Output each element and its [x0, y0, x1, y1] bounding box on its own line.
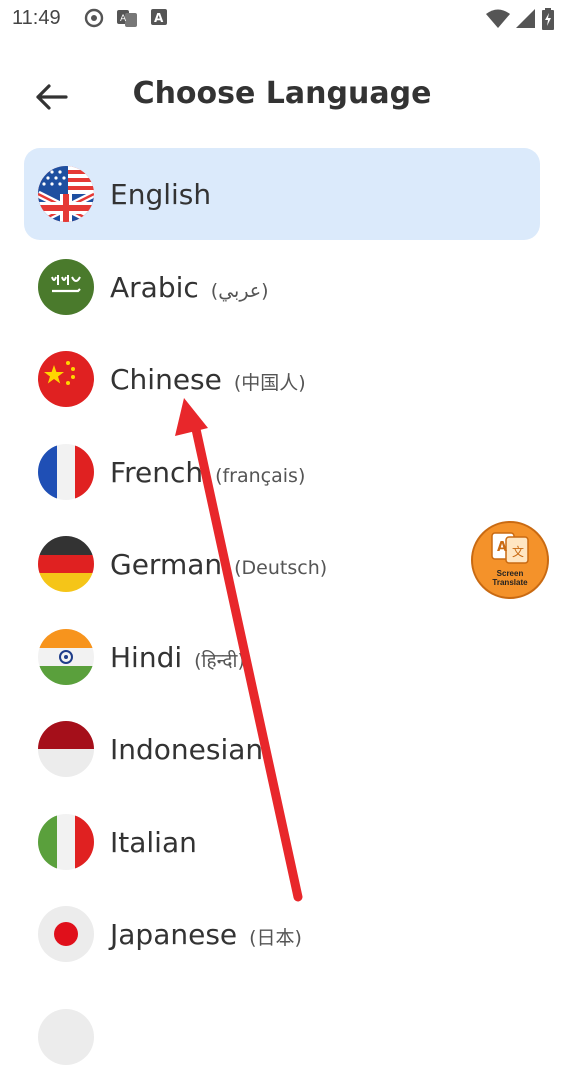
language-native-name: (हिन्दी) — [194, 649, 245, 672]
language-name: German — [110, 548, 223, 581]
translate-badge-icon: A 文 — [491, 532, 529, 564]
india-flag-icon — [38, 628, 94, 685]
sync-icon — [84, 8, 104, 28]
status-time: 11:49 — [12, 7, 61, 29]
language-item-indonesian[interactable]: Indonesian — [24, 703, 540, 795]
language-item-german[interactable]: German (Deutsch) — [24, 518, 540, 610]
svg-text:A: A — [497, 540, 507, 555]
language-item-partial[interactable] — [24, 981, 540, 1065]
status-bar: 11:49 A A — [0, 0, 564, 38]
language-item-arabic[interactable]: Arabic (عربي) — [24, 241, 540, 333]
screen-translate-button[interactable]: A 文 Screen Translate — [471, 521, 549, 599]
language-item-hindi[interactable]: Hindi (हिन्दी) — [24, 611, 540, 703]
japan-flag-icon — [38, 906, 94, 962]
battery-icon — [542, 8, 554, 30]
indonesia-flag-icon — [38, 721, 94, 777]
text-icon: A — [151, 9, 167, 25]
language-name: English — [110, 178, 212, 211]
svg-text:A: A — [154, 11, 164, 25]
saudi-flag-icon — [38, 258, 94, 315]
signal-icon — [516, 9, 535, 28]
language-name: Italian — [110, 825, 197, 859]
language-native-name: (中国人) — [233, 372, 306, 394]
language-name: Chinese — [110, 363, 222, 396]
germany-flag-icon — [38, 536, 94, 592]
wifi-icon — [486, 9, 510, 28]
language-name: Hindi — [110, 640, 183, 674]
language-native-name: (عربي) — [210, 279, 269, 302]
china-flag-icon — [38, 351, 94, 407]
language-item-japanese[interactable]: Japanese (日本) — [24, 888, 540, 980]
language-item-chinese[interactable]: Chinese (中国人) — [24, 333, 540, 425]
language-name: Indonesian — [110, 733, 264, 766]
language-name: French — [110, 455, 204, 489]
language-item-italian[interactable]: Italian — [24, 796, 540, 888]
italy-flag-icon — [38, 813, 94, 870]
language-name: Japanese — [110, 918, 238, 951]
language-item-english[interactable]: English — [24, 148, 540, 240]
language-name: Arabic — [110, 270, 199, 304]
page-title: Choose Language — [132, 76, 432, 111]
language-item-french[interactable]: French (français) — [24, 426, 540, 518]
language-native-name: (Deutsch) — [234, 557, 328, 579]
language-list: English Arabic (عربي) Chinese (中国人) Fren… — [24, 148, 540, 1065]
translate-icon: A — [117, 10, 137, 27]
svg-text:文: 文 — [512, 544, 524, 559]
header: Choose Language — [0, 60, 564, 136]
language-native-name: (français) — [215, 464, 306, 487]
uk-us-flag-icon — [38, 166, 94, 222]
screen-translate-label: Screen Translate — [492, 569, 528, 587]
language-native-name: (日本) — [249, 927, 302, 949]
partial-flag-icon — [38, 1008, 94, 1065]
france-flag-icon — [38, 443, 94, 500]
svg-text:A: A — [120, 14, 127, 24]
